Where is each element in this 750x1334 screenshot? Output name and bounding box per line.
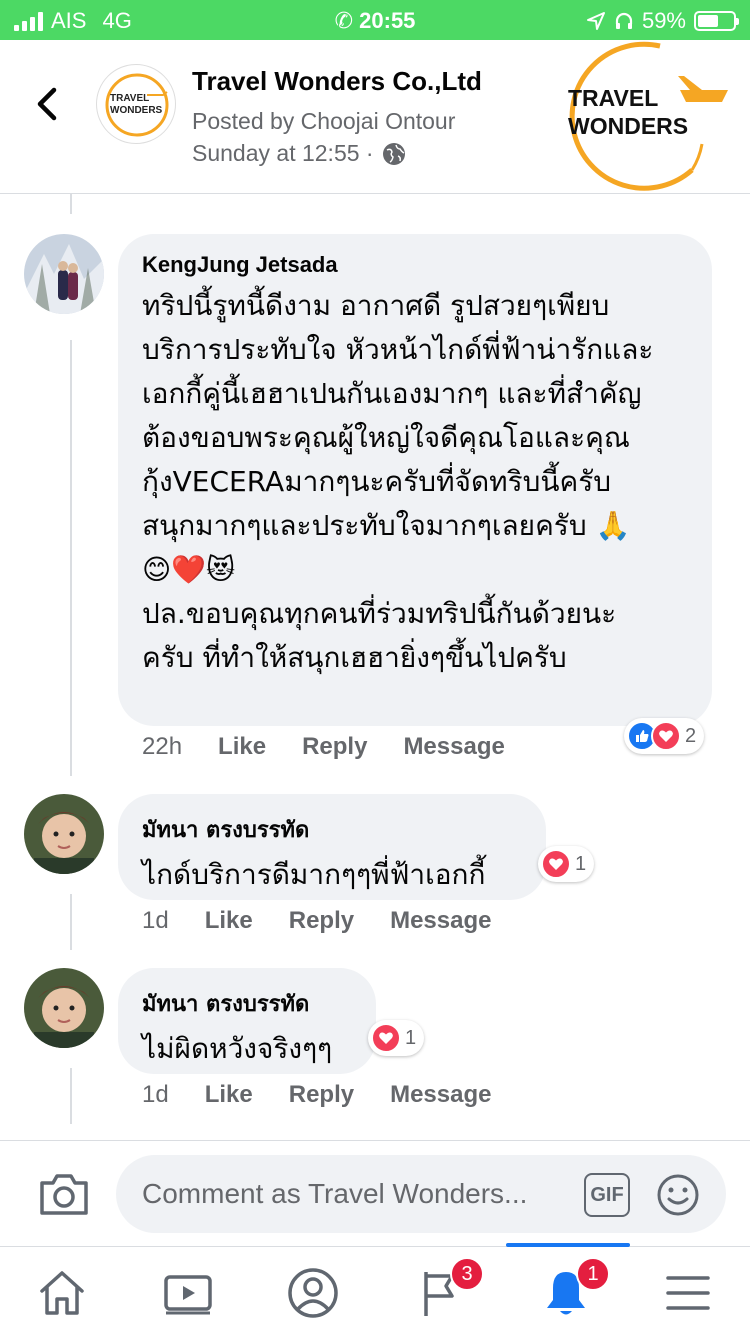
battery-percent: 59% [641,8,686,33]
status-bar: AIS 4G ✆ 20:55 59% [0,0,750,40]
comment-actions: 22h Like Reply Message [142,733,541,761]
status-time: 20:55 [359,8,416,33]
reaction-summary[interactable]: 1 [368,1020,425,1056]
bottom-tab-bar: 3 1 [0,1243,750,1334]
profile-icon [288,1268,338,1318]
thread-line [70,894,72,950]
comment-line: บริการประทับใจ หัวหน้าไกด์พี่ฟ้าน่ารักแล… [142,333,654,366]
plane-icon [680,90,728,102]
comment-line: ต้องขอบพระคุณผู้ใหญ่ใจดีคุณโอและคุณ [142,421,630,454]
tab-menu[interactable] [658,1265,718,1321]
commenter-avatar[interactable] [24,794,104,874]
headphones-icon [615,12,633,29]
travel-wonders-logo-small: TRAVEL WONDERS [105,73,169,137]
love-reaction-icon [541,849,571,879]
battery-icon [694,11,739,31]
commenter-avatar[interactable] [24,968,104,1048]
comment-bubble[interactable]: มัทนา ตรงบรรทัด ไกด์บริการดีมากๆๆพี่ฟ้าเ… [118,794,546,900]
reply-button[interactable]: Reply [302,733,367,761]
smiley-icon[interactable] [656,1173,700,1217]
comment-author[interactable]: มัทนา ตรงบรรทัด [142,986,350,1021]
reply-button[interactable]: Reply [289,907,354,935]
comment-line: ไม่ผิดหวังจริงๆๆ [142,1032,333,1065]
active-tab-indicator [506,1243,630,1247]
svg-text:WONDERS: WONDERS [110,105,163,116]
gif-button[interactable]: GIF [584,1173,630,1217]
thread-line [70,340,72,776]
tab-notifications[interactable]: 1 [536,1257,610,1321]
video-icon [164,1275,212,1315]
globe-icon [382,142,405,165]
tab-home[interactable] [32,1265,92,1321]
tab-pages[interactable]: 3 [410,1257,484,1321]
notification-badge: 1 [576,1257,610,1291]
phone-icon: ✆ [334,8,354,33]
home-icon [40,1271,84,1315]
reaction-summary[interactable]: 2 [624,718,705,754]
location-icon [586,12,605,30]
back-chevron-icon[interactable] [28,84,68,124]
page-avatar[interactable]: TRAVEL WONDERS [96,64,176,144]
like-button[interactable]: Like [205,1081,253,1109]
post-header: TRAVEL WONDERS Travel Wonders Co.,Ltd Po… [0,40,750,194]
comment-actions: 1d Like Reply Message [142,1081,527,1109]
status-right: 59% [586,8,739,34]
comment-line: ครับ ที่ทำให้สนุกเฮฮายิ่งๆขึ้นไปครับ [142,641,567,674]
menu-icon [666,1276,710,1310]
posted-time-label: Sunday at 12:55 · [192,140,374,166]
logo-text-line1: TRAVEL [568,85,658,111]
comment-time: 1d [142,907,169,934]
posted-time: Sunday at 12:55 · [192,140,406,167]
comment-input[interactable] [116,1155,726,1233]
comment-line: ไกด์บริการดีมากๆๆพี่ฟ้าเอกกี้ [142,858,486,891]
love-reaction-icon [371,1023,401,1053]
comment-text: ทริปนี้รูทนี้ดีงาม อากาศดี รูปสวยๆเพียบ … [142,284,686,680]
comment-author[interactable]: มัทนา ตรงบรรทัด [142,812,520,847]
comment-bubble[interactable]: มัทนา ตรงบรรทัด ไม่ผิดหวังจริงๆๆ [118,968,376,1074]
comment-text: ไกด์บริการดีมากๆๆพี่ฟ้าเอกกี้ [142,853,520,897]
comment-line: ทริปนี้รูทนี้ดีงาม อากาศดี รูปสวยๆเพียบ [142,289,610,322]
reaction-count: 1 [405,1026,417,1049]
tab-profile[interactable] [283,1265,343,1321]
message-button[interactable]: Message [403,733,504,761]
love-reaction-icon [651,721,681,751]
notification-badge: 3 [450,1257,484,1291]
comment-time: 1d [142,1081,169,1108]
reply-button[interactable]: Reply [289,1081,354,1109]
posted-by: Posted by Choojai Ontour [192,108,456,134]
page-name[interactable]: Travel Wonders Co.,Ltd [192,66,482,97]
comment-line: เอกกี้คู่นี้เฮฮาเปนกันเองมากๆ และที่สำคั… [142,377,642,410]
tab-watch[interactable] [158,1265,218,1321]
comment-line: ปล.ขอบคุณทุกคนที่ร่วมทริปนี้กันด้วยนะ [142,597,617,630]
comment-line: กุ้งVECERAมากๆนะครับที่จัดทริบนี้ครับ [142,465,612,498]
logo-text-line2: WONDERS [568,113,688,139]
reaction-count: 2 [685,724,697,747]
comment-composer: GIF [0,1140,750,1246]
svg-text:TRAVEL: TRAVEL [110,93,149,104]
message-button[interactable]: Message [390,1081,491,1109]
message-button[interactable]: Message [390,907,491,935]
camera-icon[interactable] [38,1171,90,1217]
reaction-count: 1 [575,852,587,875]
thread-line [70,1068,72,1124]
like-button[interactable]: Like [218,733,266,761]
comment-actions: 1d Like Reply Message [142,907,527,935]
comment-author[interactable]: KengJung Jetsada [142,252,686,278]
comment-time: 22h [142,733,183,760]
reaction-summary[interactable]: 1 [538,846,595,882]
comment-line: สนุกมากๆและประทับใจมากๆเลยครับ 🙏 [142,509,631,542]
comment-line: 😊❤️😻 [142,553,236,586]
comment-text: ไม่ผิดหวังจริงๆๆ [142,1027,350,1071]
travel-wonders-logo: TRAVEL WONDERS [540,40,740,194]
thread-line-previous [70,194,72,214]
like-button[interactable]: Like [205,907,253,935]
comment-bubble[interactable]: KengJung Jetsada ทริปนี้รูทนี้ดีงาม อากา… [118,234,712,726]
commenter-avatar[interactable] [24,234,104,314]
